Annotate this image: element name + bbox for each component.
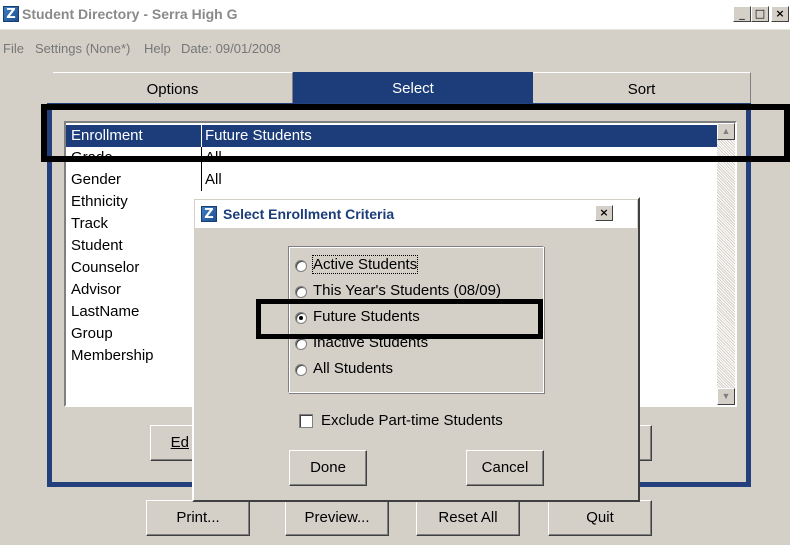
radio-icon xyxy=(295,260,307,272)
tab-sort[interactable]: Sort xyxy=(533,72,751,105)
app-logo-icon: Z xyxy=(3,6,19,22)
criteria-key: Counselor xyxy=(71,259,140,276)
menu-bar: File Settings (None*) Help Date: 09/01/2… xyxy=(0,38,790,60)
dialog-title-bar: Z Select Enrollment Criteria × xyxy=(195,200,637,228)
checkbox-icon xyxy=(299,414,313,428)
criteria-key: Advisor xyxy=(71,281,122,298)
menu-date: Date: 09/01/2008 xyxy=(181,41,281,56)
done-label: Done xyxy=(310,459,346,476)
minimize-icon[interactable]: _ xyxy=(733,6,751,22)
criteria-key: Group xyxy=(71,325,113,342)
title-bar: Z Student Directory - Serra High G _ □ × xyxy=(0,0,790,30)
vertical-scrollbar[interactable]: ▲ ▼ xyxy=(717,123,735,405)
cancel-label: Cancel xyxy=(481,459,529,476)
tab-select[interactable]: Select xyxy=(293,72,533,105)
cancel-button[interactable]: Cancel xyxy=(466,450,544,486)
menu-settings[interactable]: Settings (None*) xyxy=(35,41,130,56)
print-button[interactable]: Print... xyxy=(146,500,250,536)
criteria-key: LastName xyxy=(71,303,140,320)
quit-button[interactable]: Quit xyxy=(548,500,652,536)
radio-label: Active Students xyxy=(311,255,419,274)
dialog-logo-icon: Z xyxy=(201,206,217,222)
radio-label: This Year's Students (08/09) xyxy=(313,282,501,299)
criteria-value: All xyxy=(205,171,222,188)
criteria-key: Gender xyxy=(71,171,122,188)
window-title-main: Student Directory xyxy=(22,6,140,22)
column-divider xyxy=(201,169,202,191)
radio-label: All Students xyxy=(313,360,394,377)
radio-icon xyxy=(295,364,307,376)
menu-file[interactable]: File xyxy=(3,41,24,56)
done-button[interactable]: Done xyxy=(289,450,367,486)
enrollment-criteria-dialog: Z Select Enrollment Criteria × Active St… xyxy=(192,197,640,502)
close-icon[interactable]: × xyxy=(771,6,789,22)
radio-icon xyxy=(295,338,307,350)
scroll-down-icon[interactable]: ▼ xyxy=(717,388,735,405)
radio-icon xyxy=(295,286,307,298)
criteria-key: Ethnicity xyxy=(71,193,128,210)
criteria-key: Track xyxy=(71,215,108,232)
criteria-key: Student xyxy=(71,237,123,254)
exclude-part-time-checkbox[interactable]: Exclude Part-time Students xyxy=(299,411,549,433)
radio-all-students[interactable]: All Students xyxy=(295,359,535,381)
preview-button[interactable]: Preview... xyxy=(285,500,389,536)
window-title: Student Directory - Serra High G xyxy=(22,6,238,22)
list-item-gender[interactable]: Gender All xyxy=(66,169,717,191)
window-title-suffix: - Serra High G xyxy=(139,6,238,22)
dialog-close-icon[interactable]: × xyxy=(595,205,613,221)
edit-button-label: Ed xyxy=(170,434,189,451)
dialog-title: Select Enrollment Criteria xyxy=(223,206,395,222)
menu-help[interactable]: Help xyxy=(144,41,171,56)
checkbox-label: Exclude Part-time Students xyxy=(321,412,503,429)
criteria-key: Membership xyxy=(71,347,154,364)
radio-active-students[interactable]: Active Students xyxy=(295,255,535,277)
reset-all-button[interactable]: Reset All xyxy=(416,500,520,536)
highlight-box-enrollment xyxy=(41,104,790,162)
tab-options[interactable]: Options xyxy=(53,72,293,105)
highlight-box-future-students xyxy=(256,299,543,339)
maximize-icon[interactable]: □ xyxy=(751,6,769,22)
